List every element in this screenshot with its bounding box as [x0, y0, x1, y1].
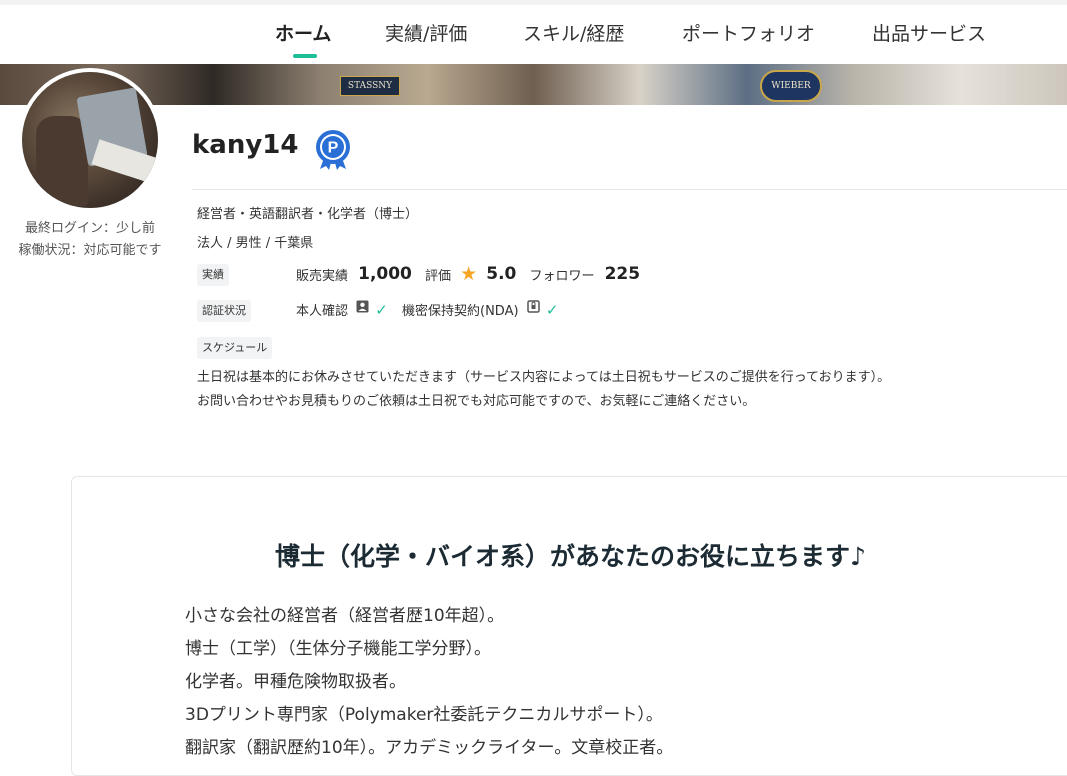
rating-value: 5.0: [486, 264, 517, 284]
sales-value: 1,000: [358, 264, 412, 284]
achievements-chip: 実績: [197, 264, 229, 286]
profile-tabs: ホーム 実績/評価 スキル/経歴 ポートフォリオ 出品サービス: [0, 19, 1067, 69]
last-login-text: 最終ログイン：少し前: [24, 221, 155, 236]
profile-attributes: 法人 / 男性 / 千葉県: [197, 236, 314, 251]
badge-letter: P: [328, 140, 339, 157]
schedule-line-2: お問い合わせやお見積もりのご依頼は土日祝でも対応可能ですので、お気軽にご連絡くだ…: [197, 394, 756, 409]
schedule-text: 土日祝は基本的にお休みさせていただきます（サービス内容によっては土日祝もサービス…: [197, 366, 890, 414]
intro-line: 博士（工学）（生体分子機能工学分野）。: [185, 639, 491, 659]
star-icon: ★: [460, 263, 478, 285]
rating-label: 評価: [424, 268, 451, 284]
intro-line: 化学者。甲種危険物取扱者。: [185, 672, 406, 692]
identity-check-icon: ✓: [375, 300, 388, 319]
intro-line: 小さな会社の経営者（経営者歴10年超）。: [185, 606, 505, 626]
occupation-text: 経営者・英語翻訳者・化学者（博士）: [197, 207, 419, 222]
tab-services[interactable]: 出品サービス: [872, 19, 986, 46]
id-card-icon: [356, 300, 369, 313]
platinum-badge-icon: P: [316, 130, 350, 170]
identity-label: 本人確認: [296, 304, 349, 319]
header-divider: [192, 189, 1067, 190]
username: kany14: [192, 130, 299, 160]
stats-row: 販売実績 1,000 評価 ★ 5.0 フォロワー 225: [296, 263, 648, 287]
nda-check-icon: ✓: [545, 300, 559, 319]
verification-chip: 認証状況: [197, 300, 251, 322]
schedule-chip: スケジュール: [197, 337, 273, 359]
banner-sign-right: WIEBER: [760, 70, 822, 102]
availability-text: 稼働状況：対応可能です: [18, 243, 162, 258]
login-status: 最終ログイン：少し前 稼働状況：対応可能です: [0, 218, 180, 262]
intro-line: 3Dプリント専門家（Polymaker社委託テクニカルサポート）。: [185, 705, 663, 725]
cover-image: STASSNY WIEBER: [0, 64, 1067, 105]
active-tab-indicator: [293, 54, 317, 58]
intro-title: 博士（化学・バイオ系）があなたのお役に立ちます♪: [275, 542, 866, 571]
tab-home[interactable]: ホーム: [275, 19, 331, 46]
intro-list: 小さな会社の経営者（経営者歴10年超）。 博士（工学）（生体分子機能工学分野）。…: [185, 600, 673, 765]
tab-portfolio[interactable]: ポートフォリオ: [682, 19, 815, 46]
nda-label: 機密保持契約(NDA): [402, 304, 519, 319]
schedule-line-1: 土日祝は基本的にお休みさせていただきます（サービス内容によっては土日祝もサービス…: [197, 370, 891, 385]
followers-value: 225: [604, 264, 641, 284]
nda-document-icon: [526, 300, 540, 313]
avatar[interactable]: [18, 68, 162, 212]
followers-label: フォロワー: [529, 268, 595, 284]
tab-achievements[interactable]: 実績/評価: [385, 19, 467, 46]
intro-line: 翻訳家（翻訳歴約10年）。アカデミックライター。文章校正者。: [185, 738, 674, 758]
tab-skills[interactable]: スキル/経歴: [523, 19, 624, 46]
top-navigation-bar: ホーム 実績/評価 スキル/経歴 ポートフォリオ 出品サービス: [0, 0, 1067, 64]
sales-label: 販売実績: [296, 268, 349, 284]
banner-sign-left: STASSNY: [340, 76, 400, 96]
verification-row: 本人確認 ✓ 機密保持契約(NDA) ✓: [296, 300, 568, 319]
